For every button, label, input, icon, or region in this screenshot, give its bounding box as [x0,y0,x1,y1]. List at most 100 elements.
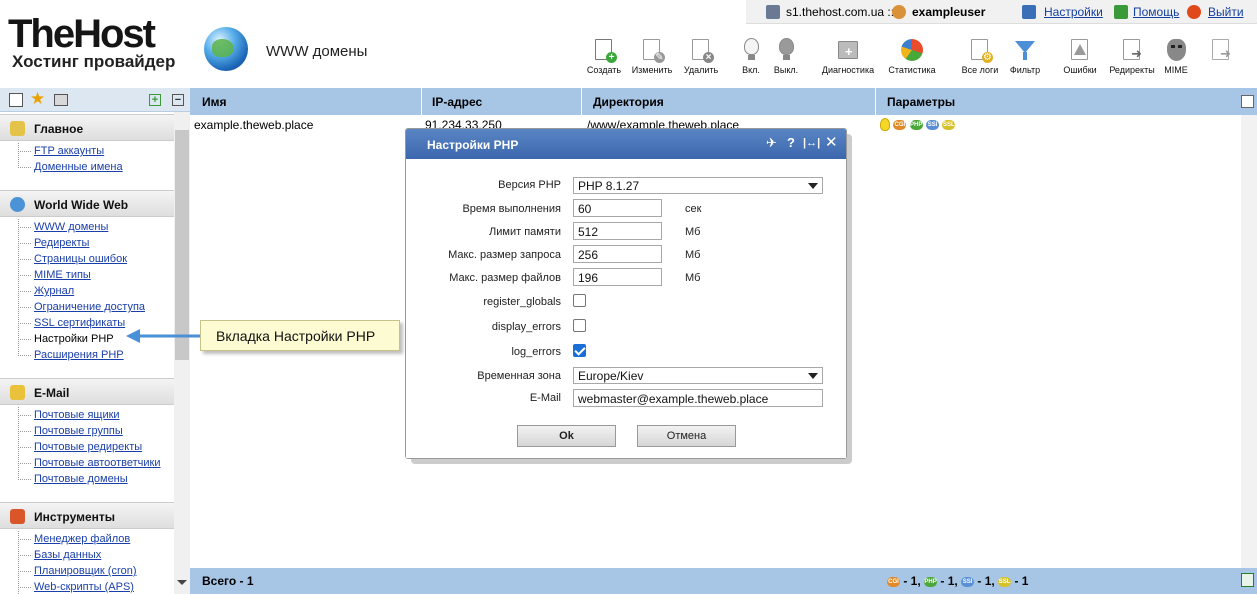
filter-icon [1013,38,1037,62]
close-icon[interactable]: ✕ [825,135,838,150]
display-errors-checkbox[interactable] [573,319,586,332]
callout-tooltip: Вкладка Настройки PHP [200,320,400,351]
mime-icon [1164,38,1188,62]
email-field[interactable]: webmaster@example.theweb.place [573,389,823,407]
sidebar-item-access-restriction[interactable]: Ограничение доступа [34,301,145,314]
folder-icon[interactable] [54,94,68,106]
dialog-titlebar[interactable]: Настройки PHP ✈ ? |↔| ✕ [406,129,846,159]
memory-limit-input[interactable]: 512 [573,222,662,240]
sidebar-toolbar: ★ + − [0,88,190,112]
diagnostics-icon: + [836,38,860,62]
sidebar-item-php-settings[interactable]: Настройки PHP [34,333,114,346]
favorites-star-icon[interactable]: ★ [30,89,45,109]
column-header-directory[interactable]: Директория [593,95,664,109]
email-section-icon [10,385,25,400]
ssi-badge-icon: SSI [961,576,975,587]
php-settings-dialog: Настройки PHP ✈ ? |↔| ✕ Версия PHP PHP 8… [405,128,847,459]
toolbar-edit-button[interactable]: ✎ Изменить [624,38,680,75]
user-icon [892,5,906,19]
toolbar-delete-button[interactable]: × Удалить [673,38,729,75]
ssl-badge-icon: SSL [942,119,956,130]
create-icon: + [592,38,617,63]
page-title: WWW домены [266,43,368,60]
sidebar-section-main[interactable]: Главное [0,114,174,141]
sidebar-item-mail-domains[interactable]: Почтовые домены [34,473,128,486]
pin-icon[interactable]: ✈ [766,136,777,150]
column-header-params[interactable]: Параметры [887,95,955,109]
main-section-icon [10,121,25,136]
total-count: Всего - 1 [202,574,254,588]
logo-sub-text: Хостинг провайдер [12,52,176,71]
sidebar-section-www[interactable]: World Wide Web [0,190,174,217]
help-link[interactable]: Помощь [1133,5,1179,19]
ssi-badge-icon: SSI [926,119,940,130]
toolbar-diagnostics-button[interactable]: + Диагностика [820,38,876,75]
sidebar-item-file-manager[interactable]: Менеджер файлов [34,533,130,546]
settings-link[interactable]: Настройки [1044,5,1103,19]
settings-icon [1022,5,1036,19]
sidebar-item-mime-types[interactable]: MIME типы [34,269,91,282]
register-globals-checkbox[interactable] [573,294,586,307]
help-icon [1114,5,1128,19]
cgi-badge-icon: CGI [893,119,907,130]
ok-button[interactable]: Ok [517,425,616,447]
execution-time-input[interactable]: 60 [573,199,662,217]
sidebar-item-mail-groups[interactable]: Почтовые группы [34,425,123,438]
cancel-button[interactable]: Отмена [637,425,736,447]
callout-arrow [126,329,202,343]
toolbar-errors-button[interactable]: Ошибки [1052,38,1108,75]
sidebar-item-databases[interactable]: Базы данных [34,549,101,562]
sidebar-item-ftp-accounts[interactable]: FTP аккаунты [34,145,104,158]
help-icon[interactable]: ? [787,136,795,150]
table-scrollbar[interactable] [1241,115,1257,568]
redirects-icon: ➜ [1120,38,1144,62]
sidebar-section-email[interactable]: E-Mail [0,378,174,405]
logo-main-text: TheHost [8,12,156,56]
logout-icon [1187,5,1201,19]
enabled-bulb-icon [880,118,890,132]
php-badge-icon: PHP [909,119,923,130]
list-view-icon[interactable] [9,93,23,107]
table-header: Имя IP-адрес Директория Параметры [190,88,1257,115]
sidebar-item-mailboxes[interactable]: Почтовые ящики [34,409,120,422]
server-name: s1.thehost.com.ua :: [786,5,895,19]
php-version-select[interactable]: PHP 8.1.27 [573,177,823,194]
sidebar: Главное FTP аккаунты Доменные имена Worl… [0,112,174,594]
sidebar-item-error-pages[interactable]: Страницы ошибок [34,253,127,266]
sidebar-item-domain-names[interactable]: Доменные имена [34,161,123,174]
toolbar-export-button[interactable]: ➜ [1193,38,1249,62]
scroll-down-arrow-icon[interactable] [177,580,187,585]
ssl-badge-icon: SSL [998,576,1012,587]
tools-section-icon [10,509,25,524]
sidebar-item-mail-redirects[interactable]: Почтовые редиректы [34,441,142,454]
row-params: CGI PHP SSI SSL [880,117,956,132]
user-name: exampleuser [912,5,986,19]
table-settings-icon[interactable] [1241,95,1254,108]
sidebar-item-php-extensions[interactable]: Расширения PHP [34,349,124,362]
export-excel-icon[interactable] [1241,573,1254,587]
sidebar-item-web-scripts[interactable]: Web-скрипты (APS) [34,581,134,594]
export-icon: ➜ [1209,38,1233,62]
toolbar-disable-button[interactable]: Выкл. [758,38,814,75]
log-errors-checkbox[interactable] [573,344,586,357]
file-size-input[interactable]: 196 [573,268,662,286]
globe-icon [204,27,248,71]
sidebar-item-log[interactable]: Журнал [34,285,74,298]
expand-all-icon[interactable]: + [149,94,161,106]
sidebar-item-redirects[interactable]: Редиректы [34,237,89,250]
collapse-all-icon[interactable]: − [172,94,184,106]
toolbar-filter-button[interactable]: Фильтр [997,38,1053,75]
sidebar-section-tools[interactable]: Инструменты [0,502,174,529]
timezone-select[interactable]: Europe/Kiev [573,367,823,384]
request-size-input[interactable]: 256 [573,245,662,263]
sidebar-item-ssl-certificates[interactable]: SSL сертификаты [34,317,125,330]
resize-icon[interactable]: |↔| [803,136,820,150]
column-header-ip[interactable]: IP-адрес [432,95,482,109]
column-header-name[interactable]: Имя [202,95,227,109]
toolbar-statistics-button[interactable]: Статистика [884,38,940,75]
sidebar-item-cron-scheduler[interactable]: Планировщик (cron) [34,565,137,578]
logout-link[interactable]: Выйти [1208,5,1244,19]
sidebar-item-mail-autoresponders[interactable]: Почтовые автоответчики [34,457,160,470]
row-name: example.theweb.place [194,118,314,132]
sidebar-item-www-domains[interactable]: WWW домены [34,221,108,234]
